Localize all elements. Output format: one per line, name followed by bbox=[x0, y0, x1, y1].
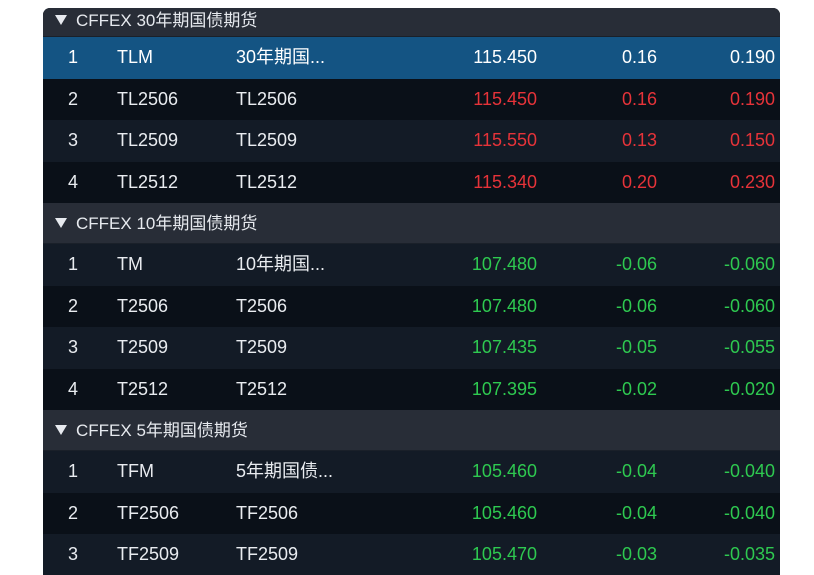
row-index: 1 bbox=[67, 254, 78, 274]
price-change: -0.02 bbox=[615, 378, 657, 399]
last-price: 105.460 bbox=[471, 502, 537, 523]
price-change: -0.03 bbox=[615, 544, 657, 564]
last-price: 107.435 bbox=[471, 337, 537, 357]
price-change: 0.16 bbox=[621, 88, 657, 109]
contract-code: TL2512 bbox=[117, 171, 179, 192]
contract-code: TF2509 bbox=[117, 544, 180, 564]
row-index: 2 bbox=[67, 502, 78, 523]
contract-name: T2509 bbox=[236, 337, 288, 357]
contract-code: T2509 bbox=[117, 337, 169, 357]
quote-row[interactable]: 3 TF2509 TF2509 105.470 -0.03 -0.035 bbox=[43, 534, 780, 575]
group-header[interactable]: CFFEX 10年期国债期货 bbox=[43, 203, 780, 244]
row-index: 4 bbox=[67, 171, 78, 192]
price-change: -0.04 bbox=[615, 461, 657, 481]
price-change: -0.06 bbox=[615, 254, 657, 274]
row-index: 1 bbox=[67, 461, 78, 481]
last-price: 115.450 bbox=[473, 88, 537, 109]
quote-row[interactable]: 4 TL2512 TL2512 115.340 0.20 0.230 bbox=[43, 161, 780, 203]
price-change-secondary: -0.035 bbox=[723, 544, 775, 564]
last-price: 107.480 bbox=[471, 254, 537, 274]
contract-code: TL2506 bbox=[117, 88, 179, 109]
quote-row[interactable]: 1 TLM 30年期国... 115.450 0.16 0.190 bbox=[43, 37, 780, 79]
last-price: 107.395 bbox=[471, 378, 537, 399]
quote-row[interactable]: 2 TF2506 TF2506 105.460 -0.04 -0.040 bbox=[43, 492, 780, 534]
contract-name: 5年期国债... bbox=[236, 461, 334, 481]
price-change: -0.05 bbox=[615, 337, 657, 357]
last-price: 115.450 bbox=[473, 47, 537, 67]
last-price: 107.480 bbox=[471, 295, 537, 316]
quote-row[interactable]: 3 TL2509 TL2509 115.550 0.13 0.150 bbox=[43, 120, 780, 162]
contract-code: T2506 bbox=[117, 295, 169, 316]
contract-code: TLM bbox=[117, 47, 153, 67]
price-change-secondary: 0.150 bbox=[729, 130, 775, 150]
contract-code: TM bbox=[117, 254, 143, 274]
quote-row[interactable]: 4 T2512 T2512 107.395 -0.02 -0.020 bbox=[43, 368, 780, 410]
quote-row[interactable]: 2 T2506 T2506 107.480 -0.06 -0.060 bbox=[43, 285, 780, 327]
last-price: 115.550 bbox=[473, 130, 537, 150]
group-header[interactable]: CFFEX 5年期国债期货 bbox=[43, 410, 780, 451]
quote-row[interactable]: 3 T2509 T2509 107.435 -0.05 -0.055 bbox=[43, 327, 780, 369]
contract-name: TF2506 bbox=[236, 502, 299, 523]
row-index: 3 bbox=[67, 130, 78, 150]
group-header[interactable]: CFFEX 30年期国债期货 bbox=[43, 8, 780, 37]
contract-name: 10年期国... bbox=[236, 254, 326, 274]
quote-row[interactable]: 1 TFM 5年期国债... 105.460 -0.04 -0.040 bbox=[43, 451, 780, 493]
contract-name: TL2512 bbox=[236, 171, 298, 192]
row-index: 3 bbox=[67, 337, 78, 357]
contract-code: TFM bbox=[117, 461, 154, 481]
group-title: CFFEX 10年期国债期货 bbox=[76, 214, 258, 233]
caret-down-icon bbox=[55, 425, 67, 435]
last-price: 105.470 bbox=[471, 544, 537, 564]
row-index: 3 bbox=[67, 544, 78, 564]
group-title: CFFEX 30年期国债期货 bbox=[76, 11, 258, 30]
row-index: 2 bbox=[67, 88, 78, 109]
row-index: 2 bbox=[67, 295, 78, 316]
price-change-secondary: -0.020 bbox=[723, 378, 775, 399]
quotes-table: CFFEX 30年期国债期货 1 TLM 30年期国... 115.450 0.16 0.1… bbox=[43, 8, 780, 575]
contract-name: TL2506 bbox=[236, 88, 298, 109]
contract-code: TL2509 bbox=[117, 130, 179, 150]
price-change-secondary: -0.040 bbox=[723, 461, 775, 481]
price-change-secondary: 0.190 bbox=[729, 88, 775, 109]
price-change-secondary: 0.190 bbox=[729, 47, 775, 67]
price-change: 0.16 bbox=[621, 47, 657, 67]
contract-code: T2512 bbox=[117, 378, 169, 399]
contract-name: T2512 bbox=[236, 378, 288, 399]
price-change: -0.06 bbox=[615, 295, 657, 316]
contract-name: T2506 bbox=[236, 295, 288, 316]
price-change-secondary: -0.060 bbox=[723, 254, 775, 274]
price-change: 0.20 bbox=[621, 171, 657, 192]
price-change-secondary: 0.230 bbox=[729, 171, 775, 192]
quote-row[interactable]: 2 TL2506 TL2506 115.450 0.16 0.190 bbox=[43, 78, 780, 120]
price-change-secondary: -0.055 bbox=[723, 337, 775, 357]
last-price: 115.340 bbox=[473, 171, 537, 192]
last-price: 105.460 bbox=[471, 461, 537, 481]
caret-down-icon bbox=[55, 218, 67, 228]
price-change: -0.04 bbox=[615, 502, 657, 523]
contract-name: TL2509 bbox=[236, 130, 298, 150]
price-change: 0.13 bbox=[621, 130, 657, 150]
price-change-secondary: -0.060 bbox=[723, 295, 775, 316]
price-change-secondary: -0.040 bbox=[723, 502, 775, 523]
row-index: 1 bbox=[67, 47, 78, 67]
quote-row[interactable]: 1 TM 10年期国... 107.480 -0.06 -0.060 bbox=[43, 244, 780, 286]
contract-name: 30年期国... bbox=[236, 47, 326, 67]
row-index: 4 bbox=[67, 378, 78, 399]
group-title: CFFEX 5年期国债期货 bbox=[76, 421, 248, 440]
contract-name: TF2509 bbox=[236, 544, 299, 564]
caret-down-icon bbox=[55, 15, 67, 25]
contract-code: TF2506 bbox=[117, 502, 180, 523]
